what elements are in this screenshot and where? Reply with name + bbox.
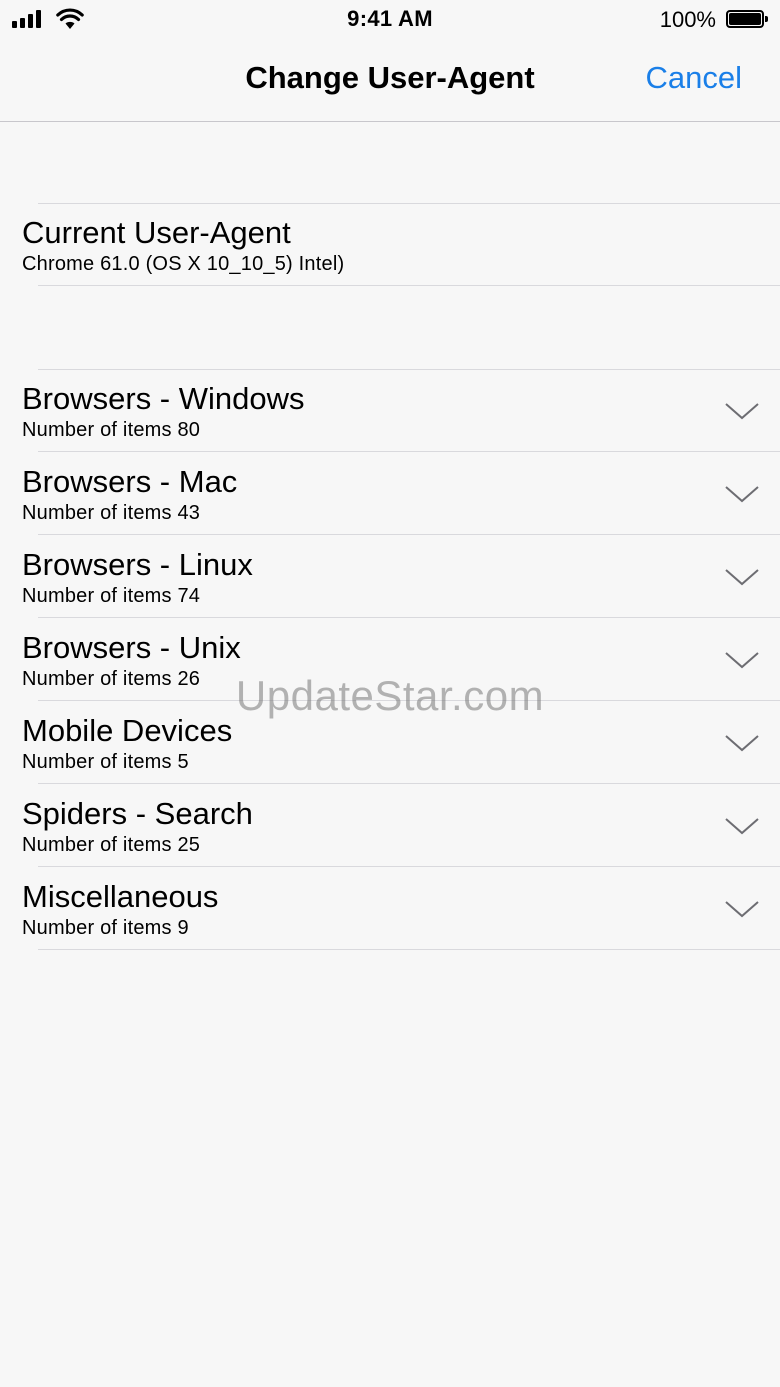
chevron-down-icon[interactable] [724, 899, 760, 919]
category-item-count: Number of items 5 [22, 751, 189, 773]
current-user-agent-row: Current User-Agent Chrome 61.0 (OS X 10_… [0, 203, 780, 286]
category-row-browsers-unix[interactable]: Browsers - Unix Number of items 26 [0, 618, 780, 701]
cancel-button[interactable]: Cancel [646, 60, 743, 96]
battery-percent: 100% [659, 7, 716, 32]
category-item-count: Number of items 26 [22, 668, 201, 690]
user-agent-category-list: Browsers - Windows Number of items 80 Br… [0, 369, 780, 950]
navigation-bar: Change User-Agent Cancel [0, 40, 780, 122]
category-item-count: Number of items 80 [22, 419, 201, 441]
chevron-down-icon[interactable] [724, 650, 760, 670]
current-user-agent-title: Current User-Agent [22, 215, 291, 250]
category-title: Spiders - Search [22, 796, 253, 831]
category-row-miscellaneous[interactable]: Miscellaneous Number of items 9 [0, 867, 780, 950]
category-title: Browsers - Unix [22, 630, 241, 665]
category-row-browsers-mac[interactable]: Browsers - Mac Number of items 43 [0, 452, 780, 535]
category-row-browsers-windows[interactable]: Browsers - Windows Number of items 80 [0, 369, 780, 452]
category-item-count: Number of items 74 [22, 585, 201, 607]
category-title: Miscellaneous [22, 879, 219, 914]
chevron-down-icon[interactable] [724, 484, 760, 504]
current-user-agent-value: Chrome 61.0 (OS X 10_10_5) Intel) [22, 253, 345, 275]
category-row-spiders-search[interactable]: Spiders - Search Number of items 25 [0, 784, 780, 867]
category-title: Browsers - Mac [22, 464, 238, 499]
status-bar: 9:41 AM 100% [0, 0, 780, 40]
battery-icon [726, 10, 768, 28]
chevron-down-icon[interactable] [724, 567, 760, 587]
category-row-browsers-linux[interactable]: Browsers - Linux Number of items 74 [0, 535, 780, 618]
chevron-down-icon[interactable] [724, 733, 760, 753]
category-item-count: Number of items 43 [22, 502, 201, 524]
category-row-mobile-devices[interactable]: Mobile Devices Number of items 5 [0, 701, 780, 784]
chevron-down-icon[interactable] [724, 816, 760, 836]
category-item-count: Number of items 25 [22, 834, 201, 856]
category-title: Browsers - Linux [22, 547, 253, 582]
category-title: Browsers - Windows [22, 381, 305, 416]
category-item-count: Number of items 9 [22, 917, 189, 939]
current-user-agent-section: Current User-Agent Chrome 61.0 (OS X 10_… [0, 203, 780, 286]
chevron-down-icon[interactable] [724, 401, 760, 421]
category-title: Mobile Devices [22, 713, 233, 748]
